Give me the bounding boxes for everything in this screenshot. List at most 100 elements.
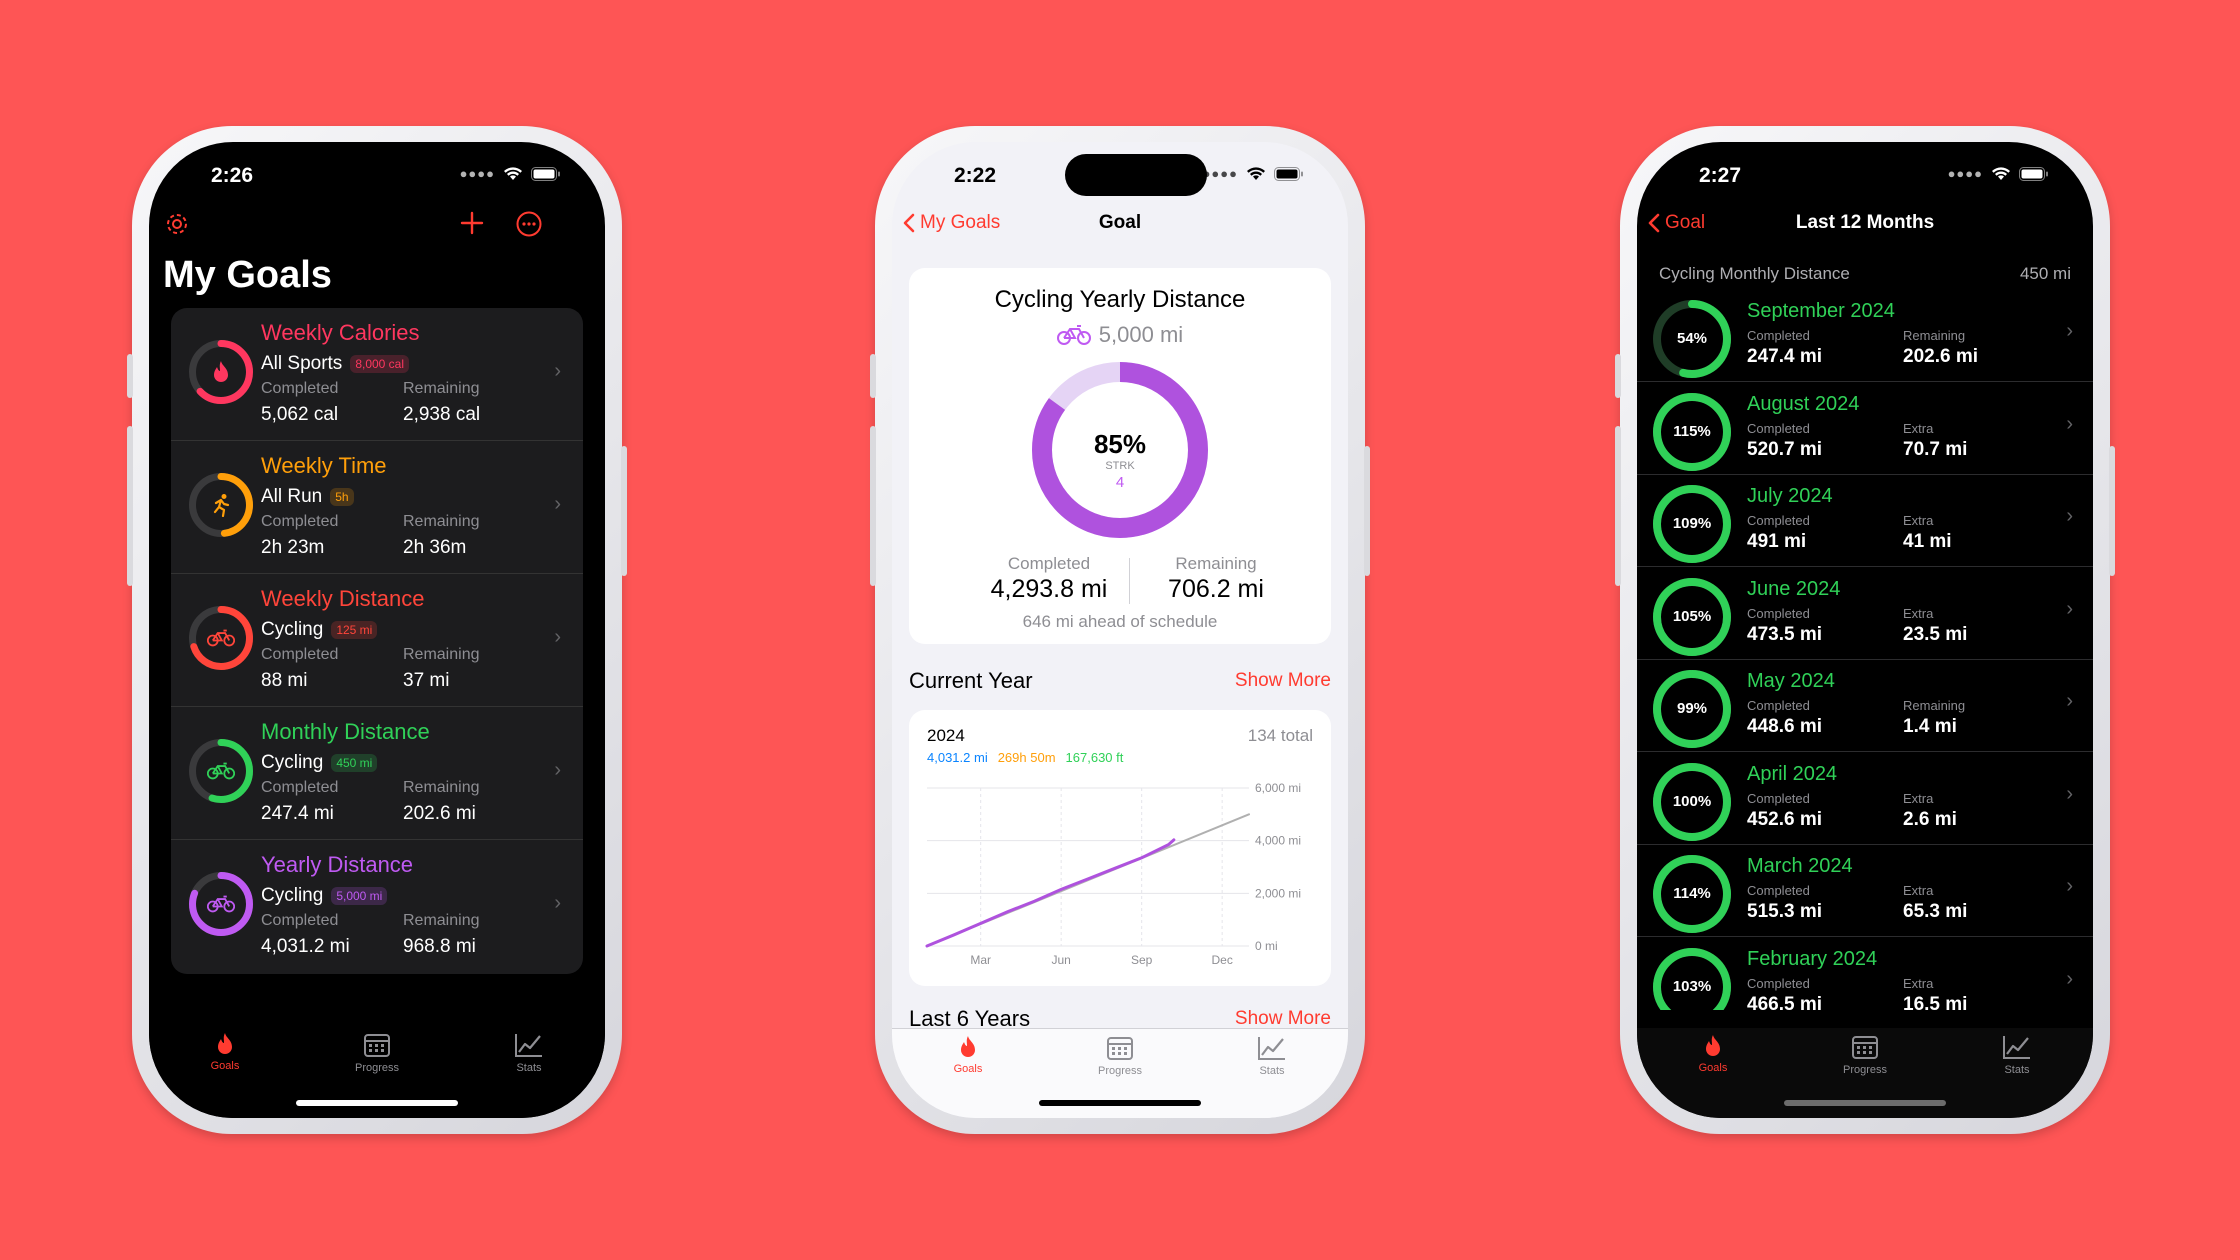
section-label: Cycling Monthly Distance bbox=[1659, 264, 1850, 283]
month-row[interactable]: 105% June 2024 Completed 473.5 mi Extra … bbox=[1637, 568, 2093, 660]
signal-icon: ●●●● bbox=[1947, 166, 1983, 181]
tab-stats[interactable]: Stats bbox=[474, 1032, 584, 1118]
secondary-value: 65.3 mi bbox=[1903, 901, 1968, 922]
battery-icon bbox=[531, 166, 560, 181]
phone-last-12-months: 2:27 ●●●● Goal Last 12 Months Cycling Mo… bbox=[1615, 126, 2115, 1134]
secondary-value: 1.4 mi bbox=[1903, 716, 1957, 737]
month-name: May 2024 bbox=[1747, 670, 1835, 692]
month-percent: 109% bbox=[1672, 515, 1712, 532]
completed-label: Completed bbox=[261, 380, 339, 397]
screen-goal-detail: 2:22 ●●●● My Goals Goal Cycling Yearly D… bbox=[892, 142, 1348, 1118]
x-tick-label: Mar bbox=[970, 953, 991, 967]
month-row[interactable]: 109% July 2024 Completed 491 mi Extra 41… bbox=[1637, 475, 2093, 567]
schedule-note: 646 mi ahead of schedule bbox=[1022, 612, 1218, 631]
streak-value: 4 bbox=[1115, 474, 1125, 491]
secondary-label: Remaining bbox=[1903, 698, 1966, 713]
remaining-value: 706.2 mi bbox=[1168, 575, 1264, 603]
month-percent: 115% bbox=[1673, 422, 1711, 440]
status-bar: 2:27 ●●●● bbox=[1637, 142, 2093, 214]
tab-label: Stats bbox=[1259, 1065, 1285, 1077]
add-icon[interactable] bbox=[459, 210, 485, 236]
goal-target-badge: 5,000 mi bbox=[331, 887, 388, 905]
tab-label: Progress bbox=[1842, 1064, 1888, 1076]
show-more-link[interactable]: Show More bbox=[1235, 670, 1331, 692]
runner-icon bbox=[210, 493, 232, 517]
completed-value: 520.7 mi bbox=[1747, 438, 1822, 460]
gear-icon[interactable] bbox=[163, 210, 191, 238]
flame-icon bbox=[957, 1035, 979, 1059]
remaining-value: 2h 36m bbox=[403, 537, 467, 558]
month-row[interactable]: 114% March 2024 Completed 515.3 mi Extra… bbox=[1637, 845, 2093, 937]
goal-row[interactable]: Weekly Calories All Sports 8,000 cal Com… bbox=[171, 308, 583, 441]
tab-label: Progress bbox=[354, 1062, 400, 1074]
chevron-right-icon: › bbox=[2066, 597, 2073, 620]
goal-row[interactable]: Yearly Distance Cycling 5,000 mi Complet… bbox=[171, 840, 583, 973]
tab-stats[interactable]: Stats bbox=[1962, 1034, 2072, 1118]
calendar-icon bbox=[363, 1032, 391, 1058]
nav-title: Goal bbox=[1098, 212, 1142, 233]
goal-target-badge: 125 mi bbox=[331, 621, 378, 639]
bicycle-icon bbox=[207, 894, 235, 914]
chart-icon bbox=[514, 1032, 544, 1058]
tab-stats[interactable]: Stats bbox=[1217, 1035, 1327, 1118]
goal-row[interactable]: Weekly Time All Run 5h Completed 2h 23m … bbox=[171, 441, 583, 574]
wifi-icon bbox=[1247, 167, 1265, 180]
line-chart: 6,000 mi 4,000 mi 2,000 mi 0 mi Mar Jun Sep Dec bbox=[925, 781, 1301, 967]
remaining-label: Remaining bbox=[403, 779, 480, 796]
tab-goals[interactable]: Goals bbox=[1658, 1034, 1768, 1118]
chevron-right-icon: › bbox=[2066, 690, 2073, 712]
y-tick-label: 2,000 mi bbox=[1255, 886, 1301, 900]
completed-value: 2h 23m bbox=[261, 537, 325, 558]
completed-label: Completed bbox=[1747, 605, 1810, 621]
completed-label: Completed bbox=[1747, 975, 1810, 991]
goal-summary-card: Cycling Yearly Distance 5,000 mi 85% STR… bbox=[909, 268, 1331, 644]
phone-goal-detail: 2:22 ●●●● My Goals Goal Cycling Yearly D… bbox=[870, 126, 1370, 1134]
stat-divider bbox=[1129, 558, 1130, 604]
x-tick-label: Dec bbox=[1211, 953, 1232, 967]
bicycle-icon bbox=[207, 761, 235, 781]
goal-sport: Cycling bbox=[261, 885, 324, 906]
month-percent: 105% bbox=[1672, 607, 1712, 625]
goal-progress-ring bbox=[189, 739, 253, 803]
month-row[interactable]: 103% February 2024 Completed 466.5 mi Ex… bbox=[1637, 938, 2093, 1010]
goal-progress-ring bbox=[189, 473, 253, 537]
goal-row[interactable]: Weekly Distance Cycling 125 mi Completed… bbox=[171, 574, 583, 707]
tab-label: Stats bbox=[2004, 1064, 2030, 1076]
completed-label: Completed bbox=[261, 779, 339, 796]
month-progress-ring: 54% bbox=[1653, 300, 1731, 378]
month-row[interactable]: 115% August 2024 Completed 520.7 mi Extr… bbox=[1637, 383, 2093, 475]
show-more-years-link[interactable]: Show More bbox=[1235, 1008, 1331, 1030]
goal-progress-ring bbox=[189, 606, 253, 670]
goal-row[interactable]: Monthly Distance Cycling 450 mi Complete… bbox=[171, 707, 583, 840]
secondary-value: 23.5 mi bbox=[1903, 623, 1968, 645]
month-progress-ring: 99% bbox=[1653, 670, 1731, 748]
goal-title: Weekly Distance bbox=[261, 586, 425, 611]
flame-icon bbox=[214, 1032, 236, 1056]
chevron-right-icon: › bbox=[554, 759, 561, 781]
chevron-right-icon: › bbox=[554, 360, 561, 382]
month-progress-ring: 103% bbox=[1653, 947, 1731, 1010]
month-row[interactable]: 99% May 2024 Completed 448.6 mi Remainin… bbox=[1637, 660, 2093, 752]
remaining-label: Remaining bbox=[1175, 554, 1257, 573]
goal-title: Cycling Yearly Distance bbox=[994, 286, 1246, 313]
chevron-right-icon: › bbox=[2066, 505, 2073, 527]
signal-icon: ●●●● bbox=[459, 166, 495, 181]
month-percent: 114% bbox=[1673, 885, 1711, 902]
months-list: 54% September 2024 Completed 247.4 mi Re… bbox=[1637, 290, 2093, 1010]
month-name: June 2024 bbox=[1747, 577, 1841, 600]
goal-title: Weekly Calories bbox=[261, 320, 420, 345]
tab-goals[interactable]: Goals bbox=[170, 1032, 280, 1118]
flame-icon bbox=[1702, 1034, 1724, 1058]
month-row[interactable]: 54% September 2024 Completed 247.4 mi Re… bbox=[1637, 290, 2093, 382]
more-icon[interactable] bbox=[515, 210, 543, 238]
month-row[interactable]: 100% April 2024 Completed 452.6 mi Extra… bbox=[1637, 753, 2093, 845]
completed-label: Completed bbox=[1747, 420, 1810, 436]
remaining-label: Remaining bbox=[403, 912, 480, 929]
phone-my-goals: 2:26 ●●●● My Goals Weekly Calories All S… bbox=[127, 126, 627, 1134]
tab-goals[interactable]: Goals bbox=[913, 1035, 1023, 1118]
goal-title: Yearly Distance bbox=[261, 852, 414, 877]
secondary-value: 202.6 mi bbox=[1903, 346, 1978, 367]
screen-last-12-months: 2:27 ●●●● Goal Last 12 Months Cycling Mo… bbox=[1637, 142, 2093, 1118]
battery-icon bbox=[1274, 166, 1303, 181]
x-tick-label: Jun bbox=[1051, 953, 1070, 967]
